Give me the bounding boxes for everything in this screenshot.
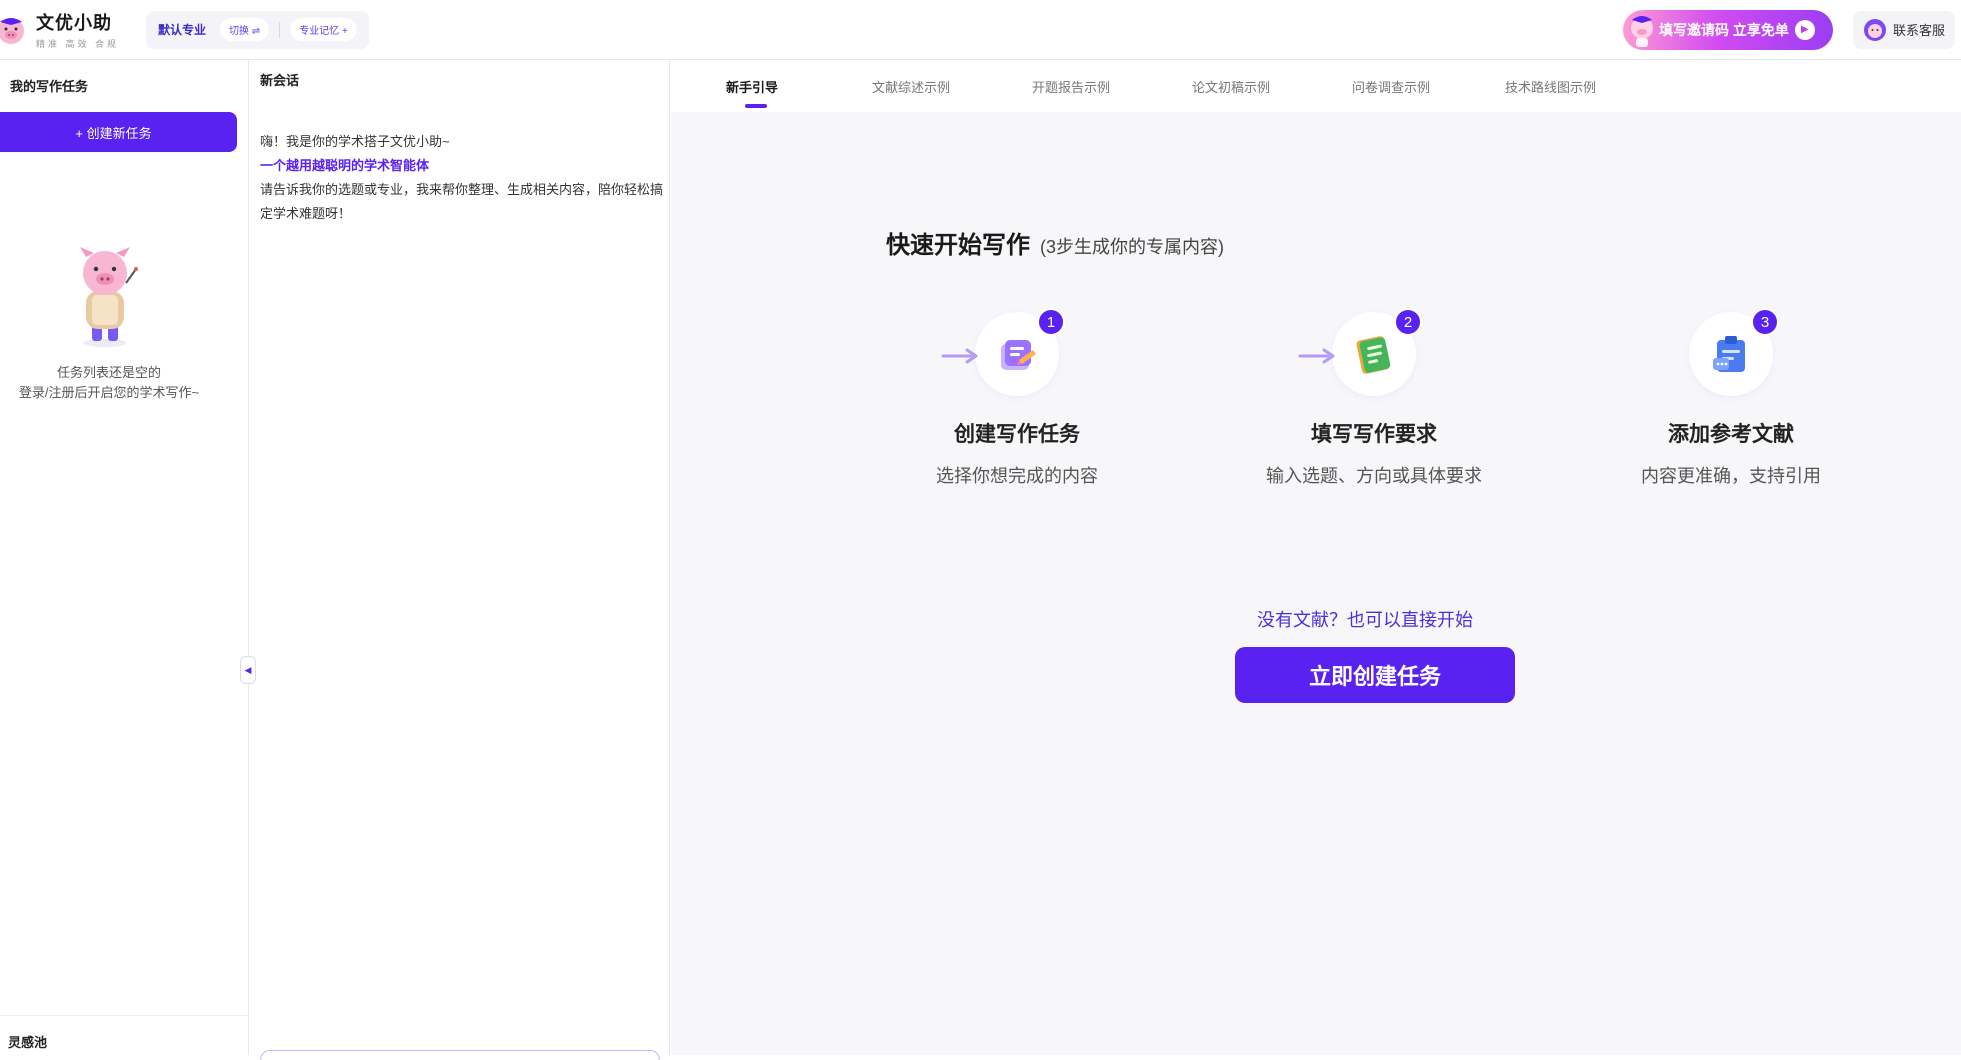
step-description: 输入选题、方向或具体要求 <box>1266 466 1482 486</box>
divider <box>0 1015 249 1016</box>
guide-heading: 快速开始写作 <box>886 232 1030 259</box>
support-avatar-icon <box>1863 18 1886 41</box>
tab-tech-roadmap[interactable]: 技术路线图示例 <box>1505 77 1596 96</box>
pig-mascot-icon <box>80 247 138 347</box>
assistant-message: 嗨！我是你的学术搭子文优小助~ 一个越用越聪明的学术智能体 请告诉我你的选题或专… <box>260 130 665 226</box>
chat-title: 新会话 <box>260 73 300 88</box>
tab-paper-draft[interactable]: 论文初稿示例 <box>1192 77 1270 96</box>
guide-title: 快速开始写作 (3步生成你的专属内容) <box>886 225 1224 260</box>
switch-major-button[interactable]: 切换 ⇌ <box>220 18 270 41</box>
contact-support-label: 联系客服 <box>1892 23 1945 38</box>
step-fill-requirements: 2 填写写作要求 输入选题、方向或具体要求 <box>1239 308 1509 488</box>
active-tab-indicator <box>745 104 767 108</box>
step-add-references: 3 添加参考文献 内容更准确，支持引用 <box>1596 308 1866 488</box>
greeting-text: 嗨！我是你的学术搭子文优小助~ <box>260 134 450 149</box>
step-title: 创建写作任务 <box>954 423 1080 446</box>
arrow-right-icon <box>1298 348 1335 364</box>
requirements-icon <box>1356 336 1391 374</box>
guide-area: 新手引导 文献综述示例 开题报告示例 论文初稿示例 问卷调查示例 技术路线图示例… <box>671 60 1961 1055</box>
tab-questionnaire[interactable]: 问卷调查示例 <box>1352 77 1430 96</box>
create-task-icon <box>1001 340 1036 370</box>
divider <box>279 21 281 38</box>
example-tabs: 新手引导 文献综述示例 开题报告示例 论文初稿示例 问卷调查示例 技术路线图示例 <box>671 60 1961 112</box>
step-icon-container: 2 <box>1332 308 1422 396</box>
step-create-task: 1 创建写作任务 选择你想完成的内容 <box>882 308 1152 488</box>
references-icon <box>1713 336 1745 372</box>
step-description: 内容更准确，支持引用 <box>1641 466 1821 486</box>
task-panel: 我的写作任务 + 创建新任务 任务列表还是空的 登录/注册后开启您的学术写作~ … <box>0 60 256 1055</box>
intro-text: 请告诉我你的选题或专业，我来帮你整理、生成相关内容，陪你轻松搞定学术难题呀！ <box>260 182 664 221</box>
pig-mascot-icon <box>1630 15 1653 47</box>
guide-subheading: (3步生成你的专属内容) <box>1040 237 1224 257</box>
contact-support-button[interactable]: 联系客服 <box>1852 10 1955 49</box>
logo[interactable]: 文优小助 精准 高效 合规 <box>0 9 144 50</box>
tab-proposal-report[interactable]: 开题报告示例 <box>1032 77 1110 96</box>
tagline-text: 一个越用越聪明的学术智能体 <box>260 158 430 173</box>
create-task-now-button[interactable]: 立即创建任务 <box>1235 647 1515 703</box>
task-panel-title: 我的写作任务 <box>10 79 89 94</box>
step-title: 填写写作要求 <box>1311 423 1437 446</box>
major-memory-button[interactable]: 专业记忆 + <box>290 18 357 41</box>
current-major-label: 默认专业 <box>158 23 207 37</box>
collapse-panel-toggle[interactable]: ◀ <box>240 656 256 684</box>
invite-text: 填写邀请码 立享免单 <box>1658 21 1789 38</box>
arrow-right-icon <box>941 348 978 364</box>
play-icon: ▶ <box>1794 19 1815 40</box>
step-number-badge: 2 <box>1394 308 1422 336</box>
step-number-badge: 1 <box>1037 308 1065 336</box>
major-selector: 默认专业 切换 ⇌ 专业记忆 + <box>146 10 369 49</box>
app-slogan: 精准 高效 合规 <box>36 39 120 49</box>
app-title: 文优小助 <box>36 13 112 33</box>
chevron-left-icon: ◀ <box>244 664 252 675</box>
no-reference-hint: 没有文献？也可以直接开始 <box>1257 610 1473 630</box>
step-title: 添加参考文献 <box>1668 423 1794 446</box>
step-icon-container: 3 <box>1689 308 1779 396</box>
step-number-badge: 3 <box>1751 308 1779 336</box>
top-header: 文优小助 精准 高效 合规 默认专业 切换 ⇌ 专业记忆 + 填写邀请码 立享免… <box>0 0 1961 60</box>
pig-logo-icon <box>0 17 24 44</box>
chat-input-box[interactable] <box>260 1050 660 1060</box>
create-task-button[interactable]: + 创建新任务 <box>0 112 237 152</box>
empty-task-hint: 登录/注册后开启您的学术写作~ <box>18 385 200 400</box>
step-icon-container: 1 <box>975 308 1065 396</box>
step-description: 选择你想完成的内容 <box>936 466 1098 486</box>
invite-code-banner[interactable]: 填写邀请码 立享免单 ▶ <box>1622 9 1833 50</box>
empty-task-message: 任务列表还是空的 <box>56 365 161 380</box>
tab-literature-review[interactable]: 文献综述示例 <box>872 77 950 96</box>
tab-beginner-guide[interactable]: 新手引导 <box>726 77 778 96</box>
inspiration-pool-link[interactable]: 灵感池 <box>8 1032 47 1051</box>
chat-panel: 新会话 嗨！我是你的学术搭子文优小助~ 一个越用越聪明的学术智能体 请告诉我你的… <box>250 60 670 1060</box>
